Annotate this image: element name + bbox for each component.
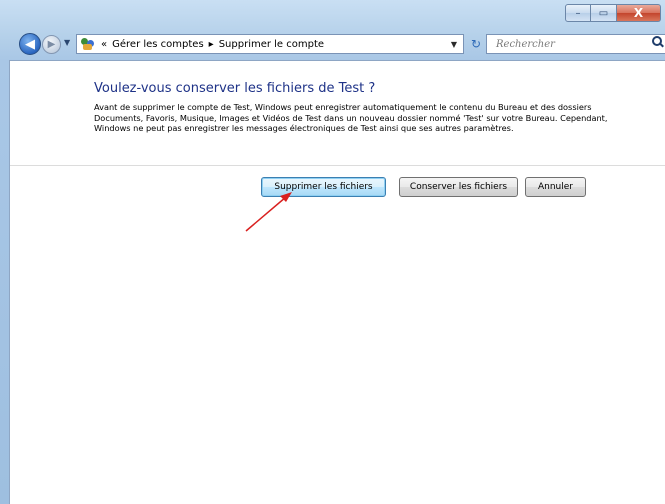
page-title: Voulez-vous conserver les fichiers de Te… [94,81,376,96]
content-pane: Voulez-vous conserver les fichiers de Te… [9,60,665,504]
breadcrumb-separator-icon[interactable]: ▸ [209,39,214,50]
description-text: Avant de supprimer le compte de Test, Wi… [94,102,608,134]
divider [10,165,665,166]
address-dropdown-icon[interactable]: ▼ [451,40,457,49]
minimize-button[interactable]: – [565,4,591,22]
cancel-button[interactable]: Annuler [525,177,586,197]
maximize-button[interactable]: ▭ [591,4,617,22]
recent-pages-dropdown-icon[interactable]: ▼ [64,38,70,47]
refresh-icon: ↻ [470,37,482,51]
explorer-window: – ▭ X ◀ ▶ ▼ « Gérer les comptes ▸ Suppri… [0,0,665,504]
back-button[interactable]: ◀ [19,33,41,55]
search-icon[interactable] [652,36,664,48]
search-input[interactable]: Rechercher [486,34,665,54]
refresh-button[interactable]: ↻ [466,34,486,54]
breadcrumb-overflow[interactable]: « [101,39,107,50]
keep-files-button[interactable]: Conserver les fichiers [399,177,518,197]
breadcrumb-delete-account[interactable]: Supprimer le compte [219,39,324,50]
user-accounts-icon [80,37,96,51]
address-bar[interactable]: « Gérer les comptes ▸ Supprimer le compt… [76,34,464,54]
forward-arrow-icon: ▶ [47,39,56,50]
caption-buttons: – ▭ X [565,4,661,24]
back-arrow-icon: ◀ [25,36,35,52]
breadcrumb-manage-accounts[interactable]: Gérer les comptes [112,39,204,50]
annotation-arrow-icon [245,192,292,232]
forward-button[interactable]: ▶ [42,35,61,54]
close-button[interactable]: X [617,4,661,22]
